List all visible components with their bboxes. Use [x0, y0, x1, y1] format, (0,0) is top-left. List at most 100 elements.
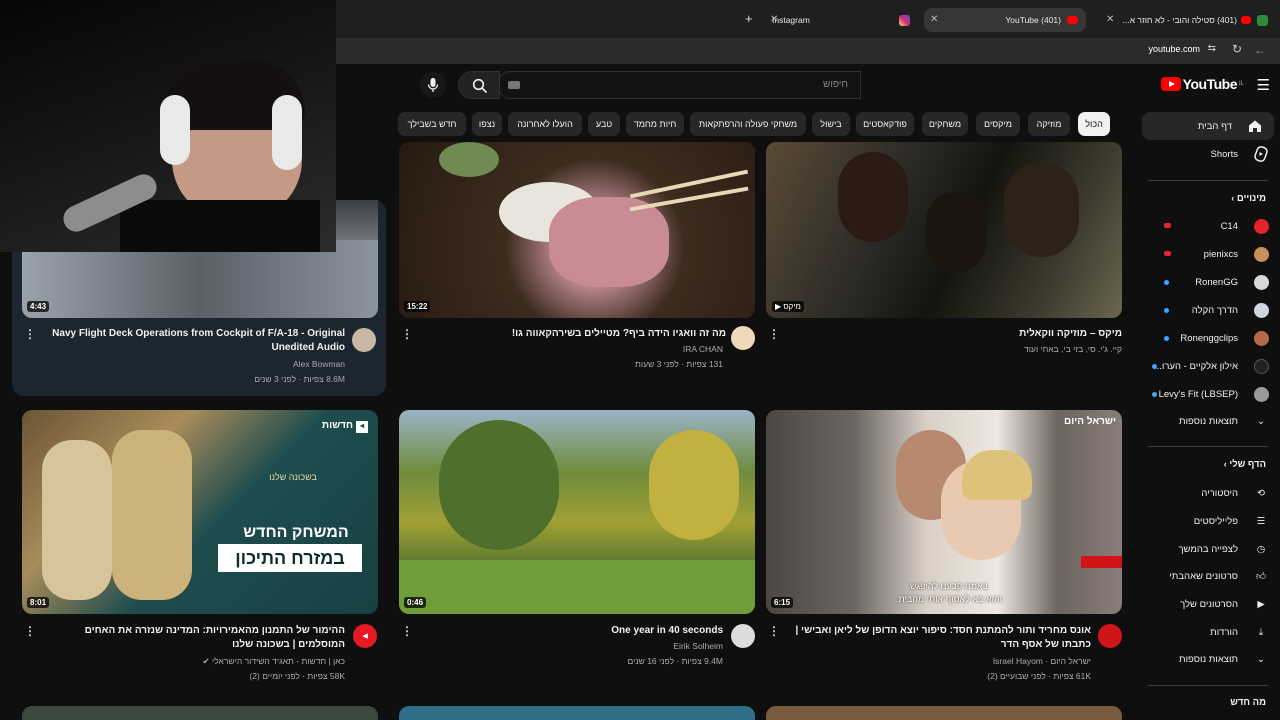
more-options-icon[interactable]: ⋮: [401, 624, 413, 638]
search-input[interactable]: חיפוש: [497, 71, 861, 99]
voice-search-button[interactable]: [420, 72, 446, 98]
channel-avatar-icon[interactable]: [731, 326, 755, 350]
more-options-icon[interactable]: ⋮: [768, 327, 780, 341]
subscriptions-heading[interactable]: מינויים ›: [1231, 193, 1266, 204]
chip-cooking[interactable]: בישול: [812, 112, 850, 136]
more-options-icon[interactable]: ⋮: [401, 327, 413, 341]
new-content-dot-icon: [1152, 392, 1157, 397]
close-tab-icon[interactable]: ✕: [930, 14, 938, 25]
keyboard-icon[interactable]: [508, 81, 520, 89]
video-channel[interactable]: Alex Bowman: [40, 357, 345, 372]
more-options-icon[interactable]: ⋮: [768, 624, 780, 638]
sidebar-item-show-more-subs[interactable]: ⌄ תוצאות נוספות: [1146, 407, 1280, 435]
youtube-play-icon: [1160, 77, 1181, 91]
video-title[interactable]: מה זה וואגיו הידה ביף? מטיילים בשירהקאוו…: [420, 327, 726, 341]
sidebar-item-subscription[interactable]: Levy's Fit (LBSEP): [1146, 380, 1280, 408]
sidebar-item-shorts[interactable]: Shorts: [1146, 140, 1280, 168]
news-watermark-text: חדשות: [321, 420, 353, 431]
youtube-logo[interactable]: YouTube IL: [1160, 76, 1244, 92]
video-channel[interactable]: Eirik Solheim: [420, 639, 723, 654]
sidebar-item-watch-later[interactable]: ◷ לצפייה בהמשך: [1146, 535, 1280, 563]
sidebar-item-your-videos[interactable]: ▶ הסרטונים שלך: [1146, 590, 1280, 618]
search-button[interactable]: [458, 71, 500, 99]
video-channel[interactable]: ישראל היום · Israel Hayom: [786, 654, 1091, 669]
new-tab-button[interactable]: +: [745, 11, 753, 26]
chip-gaming[interactable]: משחקים: [922, 112, 968, 136]
video-thumbnail[interactable]: [399, 706, 755, 720]
video-title[interactable]: Navy Flight Deck Operations from Cockpit…: [40, 327, 345, 355]
channel-avatar-icon: [1253, 246, 1269, 262]
video-thumbnail[interactable]: [766, 706, 1122, 720]
liked-icon: 👍︎: [1256, 571, 1266, 582]
chip-label: מוזיקה: [1036, 119, 1062, 129]
sidebar-item-downloads[interactable]: ⤓ הורדות: [1146, 618, 1280, 646]
youtube-favicon-icon: [1241, 16, 1251, 24]
video-stats: 131 צפיות · לפני 3 שעות: [635, 359, 723, 369]
browser-tab[interactable]: Instagram ✕: [764, 8, 918, 32]
sidebar-item-show-more[interactable]: ⌄ תוצאות נוספות: [1146, 645, 1280, 673]
thumb-chopsticks: [629, 169, 749, 199]
video-thumbnail[interactable]: 0:46: [399, 410, 755, 614]
playlists-icon: ☰: [1256, 515, 1266, 527]
sidebar-item-subscription[interactable]: הדרך הקלה: [1146, 296, 1280, 324]
chip-label: חיות מחמד: [633, 119, 677, 129]
chip-all[interactable]: הכול: [1078, 112, 1110, 136]
sidebar-item-subscription[interactable]: pienixcs: [1146, 240, 1280, 268]
channel-avatar-icon[interactable]: [1098, 624, 1122, 648]
video-title[interactable]: ההימור של התמנון מהאמירויות: המדינה שנזר…: [40, 624, 345, 652]
sidebar-label: אילון אלקיים - הערו...: [1153, 360, 1238, 372]
video-title[interactable]: אונס מחריד ותור להמתנת חסד: סיפור יוצא ה…: [786, 624, 1091, 652]
video-thumbnail[interactable]: ▶ מיקס: [766, 142, 1122, 318]
chip-action-games[interactable]: משחקי פעולה והרפתקאות: [690, 112, 806, 136]
video-thumbnail[interactable]: [22, 706, 378, 720]
url-text: youtube.com: [1148, 44, 1200, 54]
channel-avatar-icon[interactable]: [352, 328, 376, 352]
sidebar-item-liked[interactable]: 👍︎ סרטונים שאהבתי: [1146, 562, 1280, 590]
sidebar-label: תוצאות נוספות: [1179, 653, 1238, 665]
chip-new-for-you[interactable]: חדש בשבילך: [398, 112, 466, 136]
new-content-dot-icon: [1164, 336, 1169, 341]
sidebar-item-subscription[interactable]: אילון אלקיים - הערו...: [1146, 352, 1280, 380]
video-title[interactable]: One year in 40 seconds: [420, 624, 723, 638]
close-tab-icon[interactable]: ✕: [1106, 14, 1114, 25]
browser-tab[interactable]: (401) סטילה והובי - לא חוזר א... ✕: [1100, 8, 1276, 32]
chip-mixes[interactable]: מיקסים: [976, 112, 1020, 136]
chip-pets[interactable]: חיות מחמד: [626, 112, 684, 136]
video-channel[interactable]: כאן | חדשות - תאגיד השידור הישראלי ✔︎: [40, 654, 345, 669]
more-options-icon[interactable]: ⋮: [24, 624, 36, 638]
you-heading[interactable]: הדף שלי ›: [1224, 459, 1266, 470]
reload-icon[interactable]: ↻: [1232, 42, 1242, 56]
sidebar-item-subscription[interactable]: RonenGG: [1146, 268, 1280, 296]
chip-podcasts[interactable]: פודקאסטים: [856, 112, 914, 136]
video-channel[interactable]: קיי. ג'י. סי, בזי בי, באחי ועוד: [790, 342, 1122, 357]
sidebar-item-subscription[interactable]: C14: [1146, 212, 1280, 240]
chip-watched[interactable]: נצפו: [472, 112, 502, 136]
menu-icon[interactable]: ☰: [1257, 76, 1270, 94]
chip-nature[interactable]: טבע: [588, 112, 620, 136]
close-tab-icon[interactable]: ✕: [770, 14, 778, 25]
sidebar-label: הדרך הקלה: [1191, 304, 1238, 316]
thumb-tree: [649, 430, 739, 540]
video-thumbnail[interactable]: ◂חדשות בשכונה שלנו המשחק החדש במזרח התיכ…: [22, 410, 378, 614]
video-thumbnail[interactable]: 15:22: [399, 142, 755, 318]
chip-music[interactable]: מוזיקה: [1028, 112, 1070, 136]
sidebar-item-history[interactable]: ⟲ היסטוריה: [1146, 479, 1280, 507]
video-channel[interactable]: IRA CHAN: [420, 342, 723, 357]
video-thumbnail[interactable]: ישראל היום באמת קבענו להיפגש והוא בא לאס…: [766, 410, 1122, 614]
channel-avatar-icon: [1253, 358, 1269, 374]
browser-tab-active[interactable]: (401) YouTube ✕: [924, 8, 1086, 32]
video-duration: 0:46: [404, 597, 427, 608]
back-icon[interactable]: ←: [1254, 43, 1266, 57]
chip-recently-uploaded[interactable]: הועלו לאחרונה: [508, 112, 582, 136]
channel-avatar-icon[interactable]: ◂: [353, 624, 377, 648]
sidebar-item-playlists[interactable]: ☰ פלייליסטים: [1146, 507, 1280, 535]
verified-icon: ✔︎: [202, 656, 210, 666]
sidebar-item-home[interactable]: דף הבית: [1142, 112, 1274, 140]
sidebar-label: סרטונים שאהבתי: [1169, 570, 1238, 582]
channel-avatar-icon[interactable]: [731, 624, 755, 648]
video-title[interactable]: מיקס – מוזיקה ווקאלית: [790, 327, 1122, 341]
you-title: הדף שלי: [1229, 459, 1266, 470]
more-options-icon[interactable]: ⋮: [24, 327, 36, 341]
sidebar-item-subscription[interactable]: Ronenggclips: [1146, 324, 1280, 352]
site-settings-icon[interactable]: ⇆: [1208, 43, 1216, 54]
